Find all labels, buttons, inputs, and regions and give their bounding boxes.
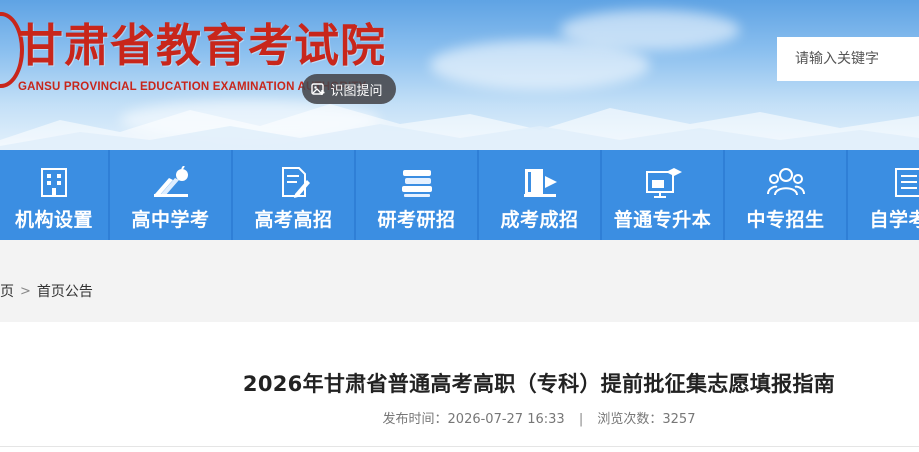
nav-item-college-entrance[interactable]: 高考高招 [233, 150, 354, 240]
nav-label: 普通专升本 [613, 209, 712, 231]
nav-label: 研考研招 [377, 209, 456, 231]
breadcrumb-separator: > [20, 283, 31, 299]
view-count: 3257 [662, 412, 696, 427]
search-box [777, 37, 919, 81]
image-search-icon [311, 82, 325, 95]
nav-label: 中专招生 [746, 209, 825, 231]
book-flag-icon [523, 169, 557, 197]
exam-paper-pen-icon [281, 167, 310, 198]
breadcrumb: 主页 > 首页公告 [0, 281, 93, 301]
article-divider [0, 446, 919, 447]
book-stack-icon [401, 170, 432, 197]
nav-label: 自学考试 [869, 209, 919, 231]
document-list-icon [894, 168, 919, 197]
site-title: 甘肃省教育考试院 [18, 19, 387, 72]
nav-label: 机构设置 [14, 209, 93, 231]
page: 甘肃省教育考试院 GANSU PROVINCIAL EDUCATION EXAM… [0, 0, 919, 452]
breadcrumb-home[interactable]: 主页 [0, 281, 14, 301]
nav-item-upgrade-bachelor[interactable]: 普通专升本 [602, 150, 723, 240]
article-title: 2026年甘肃省普通高考高职（专科）提前批征集志愿填报指南 [242, 372, 836, 396]
graduation-board-icon [645, 168, 682, 198]
nav-item-academic-tests[interactable]: 高中学考 [110, 150, 231, 240]
building-icon [41, 168, 67, 197]
header-banner: 甘肃省教育考试院 GANSU PROVINCIAL EDUCATION EXAM… [0, 0, 919, 150]
nav-item-graduate-exams[interactable]: 研考研招 [356, 150, 477, 240]
nav-item-adult-exams[interactable]: 成考成招 [479, 150, 600, 240]
nav-label: 高中学考 [131, 209, 210, 231]
article-meta: 发布时间：2026-07-27 16:33 | 浏览次数：3257 [0, 408, 919, 427]
nav-item-institutions[interactable]: 机构设置 [0, 150, 108, 240]
nav-label: 高考高招 [254, 209, 333, 231]
image-question-label: 识图提问 [330, 83, 383, 99]
people-group-icon [766, 168, 805, 196]
breadcrumb-current[interactable]: 首页公告 [37, 281, 93, 301]
image-question-button[interactable]: 识图提问 [302, 74, 396, 104]
main-nav: 机构设置 高中学考 高考高招 研考研招 成考成招 普通专升本 中专招生 自学考 [0, 150, 919, 240]
nav-label: 成考成招 [500, 209, 579, 231]
publish-time-label: 发布时间： [382, 412, 448, 427]
nav-item-self-study-exam[interactable]: 自学考试 [848, 150, 919, 240]
publish-time: 2026-07-27 16:33 [447, 412, 565, 427]
search-input[interactable] [793, 50, 917, 68]
meta-separator: | [578, 412, 584, 427]
view-count-label: 浏览次数： [597, 412, 663, 427]
nav-item-vocational-admission[interactable]: 中专招生 [725, 150, 846, 240]
breadcrumb-bar: 主页 > 首页公告 [0, 240, 919, 322]
books-apple-icon [153, 166, 188, 197]
